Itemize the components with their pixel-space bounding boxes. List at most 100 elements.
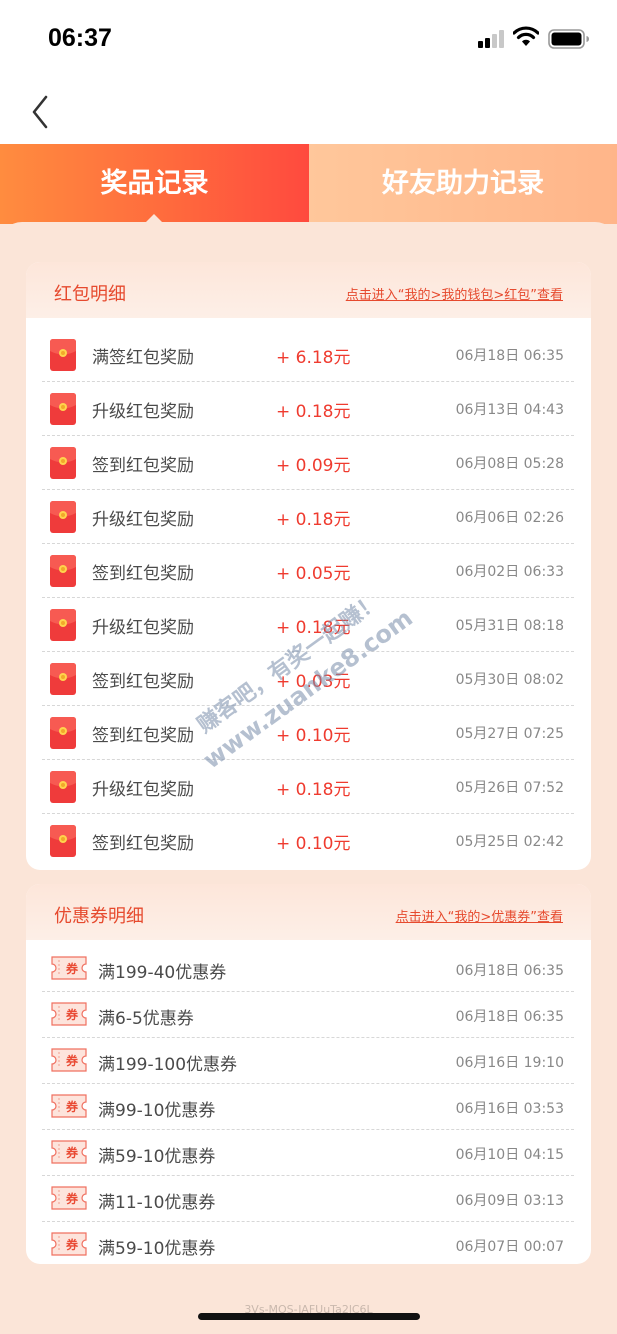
coupon-name: 满99-10优惠券 [98, 1101, 216, 1121]
red-packet-icon [50, 447, 76, 479]
coupon-name: 满59-10优惠券 [98, 1147, 216, 1167]
coupon-time: 06月16日 19:10 [455, 1055, 564, 1071]
red-packet-name: 升级红包奖励 [92, 780, 194, 800]
red-packet-name: 升级红包奖励 [92, 402, 194, 422]
red-packet-time: 06月18日 06:35 [455, 348, 564, 364]
red-packet-time: 05月25日 02:42 [455, 834, 564, 850]
red-packet-name: 升级红包奖励 [92, 618, 194, 638]
coupon-ticket-icon: 券 [51, 1140, 87, 1164]
coupon-icon-label: 券 [65, 961, 79, 976]
tab-prize-records-label: 奖品记录 [100, 168, 209, 199]
coupon-ticket-icon: 券 [51, 1232, 87, 1256]
tab-friend-assist-label: 好友助力记录 [382, 168, 544, 199]
red-packet-time: 05月31日 08:18 [455, 618, 564, 634]
red-packet-icon [50, 717, 76, 749]
red-packet-name: 签到红包奖励 [92, 456, 194, 476]
coupon-icon-label: 券 [65, 1053, 79, 1068]
red-packet-name: 满签红包奖励 [92, 348, 194, 368]
coupon-card-header: 优惠券明细 点击进入“我的>优惠券”查看 [26, 884, 591, 940]
red-packet-icon [50, 609, 76, 641]
red-packet-amount: + 0.18元 [276, 402, 351, 422]
coupon-row: 券 满199-40优惠券 06月18日 06:35 [42, 946, 574, 992]
home-indicator[interactable] [198, 1313, 420, 1320]
red-packet-card-header: 红包明细 点击进入“我的>我的钱包>红包”查看 [26, 262, 591, 318]
red-packet-row: 签到红包奖励 + 0.09元 06月08日 05:28 [42, 436, 574, 490]
coupon-row: 券 满6-5优惠券 06月18日 06:35 [42, 992, 574, 1038]
coupon-row: 券 满59-10优惠券 06月07日 00:07 [42, 1222, 574, 1264]
red-packet-row: 升级红包奖励 + 0.18元 06月13日 04:43 [42, 382, 574, 436]
coupon-row: 券 满11-10优惠券 06月09日 03:13 [42, 1176, 574, 1222]
red-packet-row: 升级红包奖励 + 0.18元 05月31日 08:18 [42, 598, 574, 652]
coupon-ticket-icon: 券 [51, 1002, 87, 1026]
coupon-name: 满6-5优惠券 [98, 1009, 194, 1029]
red-packet-amount: + 0.18元 [276, 618, 351, 638]
nav-bar [0, 80, 617, 144]
coupon-name: 满11-10优惠券 [98, 1193, 216, 1213]
red-packet-icon [50, 771, 76, 803]
coupon-row: 券 满99-10优惠券 06月16日 03:53 [42, 1084, 574, 1130]
red-packet-title: 红包明细 [54, 284, 126, 305]
coupon-link[interactable]: 点击进入“我的>优惠券”查看 [396, 906, 563, 925]
red-packet-row: 签到红包奖励 + 0.03元 05月30日 08:02 [42, 652, 574, 706]
coupon-name: 满59-10优惠券 [98, 1239, 216, 1259]
red-packet-time: 06月08日 05:28 [455, 456, 564, 472]
red-packet-amount: + 0.05元 [276, 564, 351, 584]
coupon-time: 06月18日 06:35 [455, 963, 564, 979]
coupon-card: 优惠券明细 点击进入“我的>优惠券”查看 券 满199-40优惠券 06月18日 0… [26, 884, 591, 1264]
battery-icon [548, 29, 589, 49]
red-packet-row: 签到红包奖励 + 0.10元 05月27日 07:25 [42, 706, 574, 760]
red-packet-row: 升级红包奖励 + 0.18元 06月06日 02:26 [42, 490, 574, 544]
red-packet-name: 升级红包奖励 [92, 510, 194, 530]
red-packet-time: 06月13日 04:43 [455, 402, 564, 418]
coupon-name: 满199-100优惠券 [98, 1055, 238, 1075]
red-packet-time: 05月30日 08:02 [455, 672, 564, 688]
coupon-time: 06月07日 00:07 [455, 1239, 564, 1255]
tab-bar: 奖品记录 好友助力记录 [0, 144, 617, 224]
signal-icon [478, 30, 506, 48]
red-packet-row: 满签红包奖励 + 6.18元 06月18日 06:35 [42, 328, 574, 382]
coupon-icon-label: 券 [65, 1099, 79, 1114]
coupon-ticket-icon: 券 [51, 1094, 87, 1118]
chevron-left-icon [32, 95, 48, 129]
coupon-name: 满199-40优惠券 [98, 963, 227, 983]
red-packet-wallet-link[interactable]: 点击进入“我的>我的钱包>红包”查看 [346, 284, 563, 303]
red-packet-name: 签到红包奖励 [92, 564, 194, 584]
red-packet-amount: + 0.03元 [276, 672, 351, 692]
back-button[interactable] [26, 92, 58, 132]
red-packet-amount: + 0.09元 [276, 456, 351, 476]
red-packet-icon [50, 663, 76, 695]
red-packet-row: 升级红包奖励 + 0.18元 05月26日 07:52 [42, 760, 574, 814]
red-packet-amount: + 0.10元 [276, 726, 351, 746]
red-packet-icon [50, 393, 76, 425]
red-packet-icon [50, 501, 76, 533]
red-packet-amount: + 0.10元 [276, 834, 351, 854]
red-packet-name: 签到红包奖励 [92, 672, 194, 692]
coupon-title: 优惠券明细 [54, 906, 144, 927]
status-time: 06:37 [48, 24, 112, 52]
wifi-icon [513, 26, 539, 46]
red-packet-name: 签到红包奖励 [92, 834, 194, 854]
coupon-icon-label: 券 [65, 1237, 79, 1252]
tab-friend-assist-records[interactable]: 好友助力记录 [309, 144, 617, 224]
tab-prize-records[interactable]: 奖品记录 [0, 144, 309, 224]
coupon-icon-label: 券 [65, 1145, 79, 1160]
red-packet-amount: + 0.18元 [276, 510, 351, 530]
coupon-ticket-icon: 券 [51, 1186, 87, 1210]
red-packet-amount: + 6.18元 [276, 348, 351, 368]
red-packet-icon [50, 555, 76, 587]
coupon-ticket-icon: 券 [51, 1048, 87, 1072]
coupon-time: 06月18日 06:35 [455, 1009, 564, 1025]
coupon-time: 06月16日 03:53 [455, 1101, 564, 1117]
coupon-icon-label: 券 [65, 1191, 79, 1206]
coupon-time: 06月10日 04:15 [455, 1147, 564, 1163]
coupon-row: 券 满199-100优惠券 06月16日 19:10 [42, 1038, 574, 1084]
red-packet-card: 红包明细 点击进入“我的>我的钱包>红包”查看 满签红包奖励 + 6.18元 06月… [26, 262, 591, 870]
red-packet-time: 06月02日 06:33 [455, 564, 564, 580]
red-packet-row: 签到红包奖励 + 0.10元 05月25日 02:42 [42, 814, 574, 868]
coupon-time: 06月09日 03:13 [455, 1193, 564, 1209]
status-bar: 06:37 [0, 0, 617, 80]
red-packet-name: 签到红包奖励 [92, 726, 194, 746]
red-packet-icon [50, 339, 76, 371]
red-packet-time: 05月27日 07:25 [455, 726, 564, 742]
coupon-ticket-icon: 券 [51, 956, 87, 980]
